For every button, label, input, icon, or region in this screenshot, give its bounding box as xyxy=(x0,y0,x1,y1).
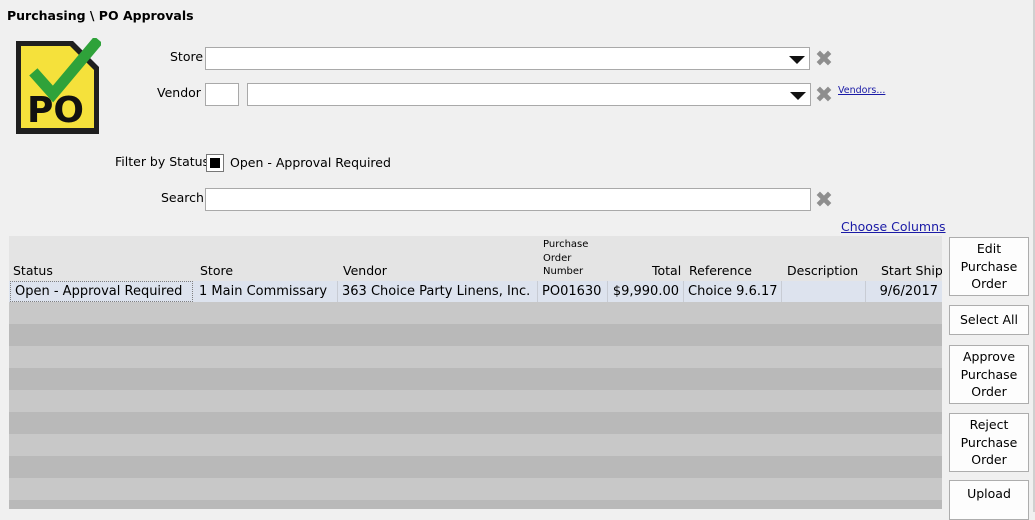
clear-store-icon[interactable]: ✖ xyxy=(814,49,834,71)
vendor-label: Vendor xyxy=(157,85,201,100)
vendors-link[interactable]: Vendors... xyxy=(838,85,885,96)
cell-start-ship[interactable]: 9/6/2017 xyxy=(866,281,942,302)
chevron-down-icon[interactable] xyxy=(789,56,805,64)
col-status[interactable]: Status xyxy=(13,263,53,278)
col-vendor[interactable]: Vendor xyxy=(343,263,387,278)
choose-columns-link[interactable]: Choose Columns xyxy=(841,219,946,234)
store-label: Store xyxy=(170,49,204,64)
table-row[interactable]: Open - Approval Required 1 Main Commissa… xyxy=(9,281,942,302)
search-input[interactable] xyxy=(205,188,811,211)
col-store[interactable]: Store xyxy=(200,263,233,278)
select-all-button[interactable]: Select All xyxy=(949,305,1029,335)
cell-description[interactable] xyxy=(782,281,866,302)
col-total[interactable]: Total xyxy=(652,263,681,278)
cell-status[interactable]: Open - Approval Required xyxy=(10,281,193,302)
empty-row xyxy=(9,434,942,456)
vendor-code-input[interactable] xyxy=(205,83,239,106)
chevron-down-icon[interactable] xyxy=(790,92,806,100)
cell-po-number[interactable]: PO01630 xyxy=(538,281,608,302)
store-dropdown[interactable] xyxy=(205,47,810,70)
empty-row xyxy=(9,478,942,500)
filter-status-option-label[interactable]: Open - Approval Required xyxy=(230,155,391,170)
col-po-number-line: Order xyxy=(543,252,572,264)
filter-status-checkbox[interactable] xyxy=(206,154,224,172)
col-po-number-line: Number xyxy=(543,266,584,277)
page-title: Purchasing \ PO Approvals xyxy=(7,8,194,23)
edit-po-button[interactable]: Edit Purchase Order xyxy=(949,237,1029,296)
cell-vendor[interactable]: 363 Choice Party Linens, Inc. xyxy=(338,281,538,302)
col-reference[interactable]: Reference xyxy=(689,263,752,278)
vendor-dropdown[interactable] xyxy=(247,83,811,106)
empty-row xyxy=(9,302,942,324)
filter-status-label: Filter by Status xyxy=(115,154,210,169)
upload-button[interactable]: Upload xyxy=(949,480,1029,520)
col-start-ship[interactable]: Start Ship xyxy=(881,263,942,278)
cell-reference[interactable]: Choice 9.6.17 xyxy=(684,281,782,302)
search-label: Search xyxy=(161,190,204,205)
po-grid[interactable]: Status Store Vendor Purchase Order Numbe… xyxy=(9,236,942,509)
col-description[interactable]: Description xyxy=(787,263,858,278)
approve-po-button[interactable]: Approve Purchase Order xyxy=(949,345,1029,404)
clear-search-icon[interactable]: ✖ xyxy=(814,190,834,212)
grid-header: Status Store Vendor Purchase Order Numbe… xyxy=(9,236,942,281)
col-po-number-line: Purchase xyxy=(543,239,589,250)
reject-po-button[interactable]: Reject Purchase Order xyxy=(949,413,1029,472)
cell-total[interactable]: $9,990.00 xyxy=(608,281,684,302)
clear-vendor-icon[interactable]: ✖ xyxy=(814,85,834,107)
empty-row xyxy=(9,390,942,412)
cell-store[interactable]: 1 Main Commissary xyxy=(195,281,338,302)
empty-row xyxy=(9,346,942,368)
checkbox-fill xyxy=(210,158,220,168)
col-po-number[interactable]: Purchase Order Number xyxy=(543,238,603,279)
po-check-icon: PO xyxy=(16,38,101,134)
